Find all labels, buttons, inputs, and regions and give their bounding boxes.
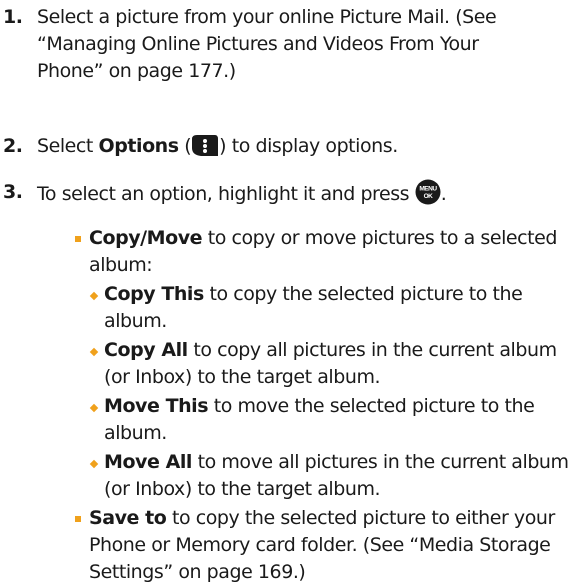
step-line: “Managing Online Pictures and Videos Fro… bbox=[37, 33, 479, 55]
square-bullet-icon bbox=[75, 516, 81, 522]
step-text-pre: To select an option, highlight it and pr… bbox=[37, 183, 415, 205]
step-text: To select an option, highlight it and pr… bbox=[37, 179, 575, 213]
suboption-desc: to copy all pictures in the current albu… bbox=[187, 339, 557, 361]
option-line: Copy/Move to copy or move pictures to a … bbox=[89, 225, 579, 252]
suboption-desc: to copy the selected picture to the bbox=[203, 283, 523, 305]
suboption-desc: to move the selected picture to the bbox=[208, 395, 535, 417]
option-save-to: Save to to copy the selected picture to … bbox=[89, 505, 579, 586]
manual-page: 1. Select a picture from your online Pic… bbox=[0, 0, 586, 583]
suboption-copy-all: Copy All to copy all pictures in the cur… bbox=[104, 337, 582, 391]
step-line: Select a picture from your online Pictur… bbox=[37, 6, 497, 28]
diamond-bullet-icon bbox=[89, 347, 99, 357]
diamond-bullet-icon bbox=[89, 291, 99, 301]
step-3: 3. To select an option, highlight it and… bbox=[0, 179, 575, 213]
square-bullet-icon bbox=[75, 236, 81, 242]
step-2: 2. Select Options ( ) to display options. bbox=[0, 133, 575, 165]
suboption-move-this: Move This to move the selected picture t… bbox=[104, 393, 582, 447]
option-line: Copy All to copy all pictures in the cur… bbox=[104, 337, 582, 364]
step-number: 3. bbox=[3, 181, 23, 203]
option-name: Save to bbox=[89, 507, 167, 529]
step-text-pre: Select bbox=[37, 135, 99, 157]
step-line: Phone” on page 177.) bbox=[37, 60, 236, 82]
options-label: Options bbox=[98, 135, 180, 157]
option-desc: to copy the selected picture to either y… bbox=[166, 507, 555, 529]
step-text-post: . bbox=[440, 183, 447, 205]
step-number: 1. bbox=[3, 6, 23, 28]
option-line: (or Inbox) to the target album. bbox=[104, 478, 381, 500]
suboption-name: Move All bbox=[104, 451, 192, 473]
diamond-bullet-icon bbox=[89, 403, 99, 413]
option-line: Move All to move all pictures in the cur… bbox=[104, 449, 582, 476]
diamond-bullet-icon bbox=[89, 459, 99, 469]
step-1: 1. Select a picture from your online Pic… bbox=[0, 4, 575, 85]
step-text-post: ) to display options. bbox=[219, 135, 398, 157]
suboption-name: Copy This bbox=[104, 283, 204, 305]
step-text-mid: ( bbox=[178, 135, 192, 157]
option-line: album. bbox=[104, 310, 167, 332]
option-line: Phone or Memory card folder. (See “Media… bbox=[89, 534, 551, 556]
option-line: album. bbox=[104, 422, 167, 444]
options-softkey-icon bbox=[191, 133, 219, 165]
ok-key-label: OK bbox=[423, 193, 433, 200]
option-name: Copy/Move bbox=[89, 227, 203, 249]
step-number: 2. bbox=[3, 135, 23, 157]
suboption-desc: to move all pictures in the current albu… bbox=[191, 451, 569, 473]
step-text: Select Options ( ) to display options. bbox=[37, 133, 575, 165]
step-text: Select a picture from your online Pictur… bbox=[37, 4, 575, 85]
menu-ok-key-icon: MENU OK bbox=[415, 179, 441, 213]
option-line: (or Inbox) to the target album. bbox=[104, 366, 381, 388]
option-copy-move: Copy/Move to copy or move pictures to a … bbox=[89, 225, 579, 279]
option-line: Move This to move the selected picture t… bbox=[104, 393, 582, 420]
suboption-copy-this: Copy This to copy the selected picture t… bbox=[104, 281, 582, 335]
option-line: Save to to copy the selected picture to … bbox=[89, 505, 579, 532]
option-line: album: bbox=[89, 254, 153, 276]
option-line: Copy This to copy the selected picture t… bbox=[104, 281, 582, 308]
suboption-name: Move This bbox=[104, 395, 209, 417]
suboption-move-all: Move All to move all pictures in the cur… bbox=[104, 449, 582, 503]
menu-key-label: MENU bbox=[419, 186, 437, 193]
suboption-name: Copy All bbox=[104, 339, 188, 361]
option-line: Settings” on page 169.) bbox=[89, 561, 306, 583]
option-desc: to copy or move pictures to a selected bbox=[202, 227, 558, 249]
